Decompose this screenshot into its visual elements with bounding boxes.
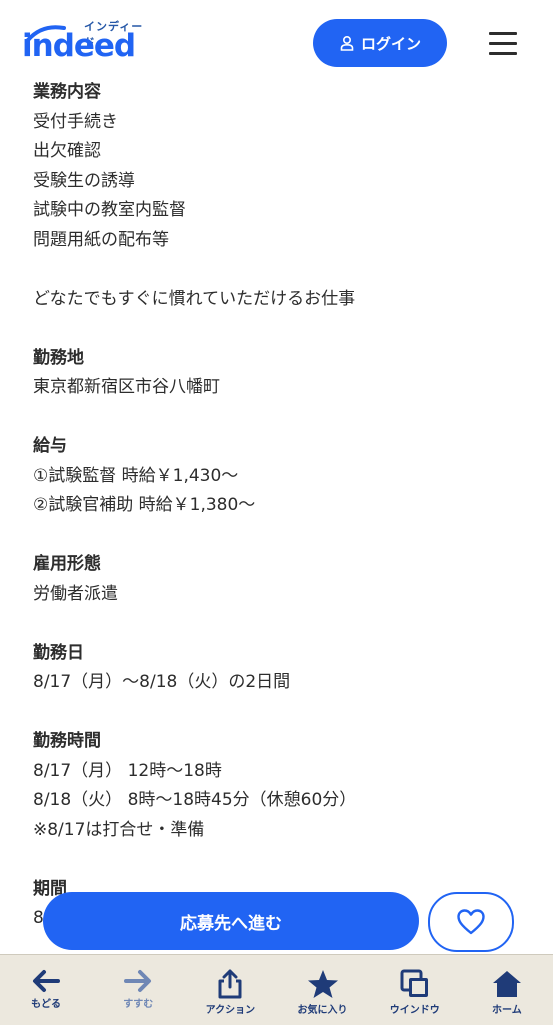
hamburger-menu-icon[interactable] — [484, 24, 522, 62]
star-icon — [307, 970, 338, 998]
section-title: 勤務地 — [33, 347, 84, 368]
windows-icon — [400, 969, 428, 997]
section-line: 受験生の誘導 — [33, 170, 135, 191]
indeed-logo[interactable]: インディード indeed — [22, 14, 152, 66]
job-description: 業務内容受付手続き出欠確認受験生の誘導試験中の教室内監督 問題用紙の配布等どなたで… — [33, 78, 533, 963]
section-title: 雇用形態 — [33, 554, 101, 574]
toolbar-back[interactable]: もどる — [6, 955, 86, 1021]
section-line: 8/17（月）〜8/18（火）の2日間 — [33, 672, 291, 692]
job-section: 業務内容受付手続き出欠確認受験生の誘導試験中の教室内監督 問題用紙の配布等 — [33, 78, 533, 255]
site-header: インディード indeed ログイン — [0, 0, 553, 82]
section-line: ①試験監督 時給￥1,430〜 — [33, 465, 239, 486]
section-line: どなたでもすぐに慣れていただけるお仕事 — [33, 288, 356, 309]
section-line: 試験中の教室内監督 — [33, 200, 186, 220]
toolbar-action[interactable]: アクション — [190, 955, 270, 1021]
job-section: 勤務日 8/17（月）〜8/18（火）の2日間 — [33, 639, 533, 698]
apply-button[interactable]: 応募先へ進む — [43, 892, 419, 950]
section-line: 東京都新宿区市谷八幡町 — [33, 377, 220, 397]
heart-icon — [457, 909, 485, 935]
toolbar-forward[interactable]: すすむ — [98, 955, 178, 1021]
section-line: 8/18（火） 8時〜18時45分（休憩60分） — [33, 790, 357, 810]
logo-word: indeed — [22, 28, 136, 64]
toolbar-back-label: もどる — [31, 999, 61, 1010]
toolbar-window[interactable]: ウインドウ — [375, 955, 455, 1021]
user-icon — [340, 35, 354, 51]
toolbar-home-label: ホーム — [492, 1005, 522, 1016]
home-icon — [492, 971, 521, 997]
section-line: ※8/17は打合せ・準備 — [33, 819, 205, 840]
section-title: 給与 — [33, 436, 67, 456]
arrow-right-icon — [124, 970, 152, 992]
toolbar-window-label: ウインドウ — [389, 1005, 440, 1016]
section-line: 8/17（月） 12時〜18時 — [33, 760, 222, 781]
share-icon — [218, 969, 242, 999]
section-line: 出欠確認 — [33, 141, 101, 161]
toolbar-home[interactable]: ホーム — [467, 955, 547, 1021]
login-button[interactable]: ログイン — [313, 19, 447, 67]
section-line: ②試験官補助 時給￥1,380〜 — [33, 495, 256, 515]
section-title: 勤務日 — [33, 642, 84, 663]
section-line: 労働者派遣 — [33, 583, 118, 604]
toolbar-favorites-label: お気に入り — [297, 1005, 348, 1016]
save-job-button[interactable] — [428, 892, 514, 952]
toolbar-action-label: アクション — [205, 1005, 256, 1016]
toolbar-favorites[interactable]: お気に入り — [283, 955, 363, 1021]
section-title: 勤務時間 — [33, 731, 101, 751]
login-label: ログイン — [360, 34, 421, 53]
job-section: 雇用形態 労働者派遣 — [33, 550, 533, 609]
apply-label: 応募先へ進む — [180, 913, 282, 934]
arrow-left-icon — [33, 970, 61, 992]
job-section: 給与 ①試験監督 時給￥1,430〜 ②試験官補助 時給￥1,380〜 — [33, 432, 533, 521]
job-section: 勤務時間 8/17（月） 12時〜18時 8/18（火） 8時〜18時45分（休憩6… — [33, 727, 533, 845]
browser-toolbar: もどる すすむ アクション お気に入り ウインドウ ホーム — [0, 954, 553, 1025]
job-section: どなたでもすぐに慣れていただけるお仕事 — [33, 285, 533, 315]
toolbar-forward-label: すすむ — [123, 999, 154, 1010]
job-section: 勤務地東京都新宿区市谷八幡町 — [33, 344, 533, 403]
section-line: 問題用紙の配布等 — [33, 229, 169, 250]
section-title: 業務内容 — [33, 82, 101, 102]
section-line: 受付手続き — [33, 111, 118, 132]
